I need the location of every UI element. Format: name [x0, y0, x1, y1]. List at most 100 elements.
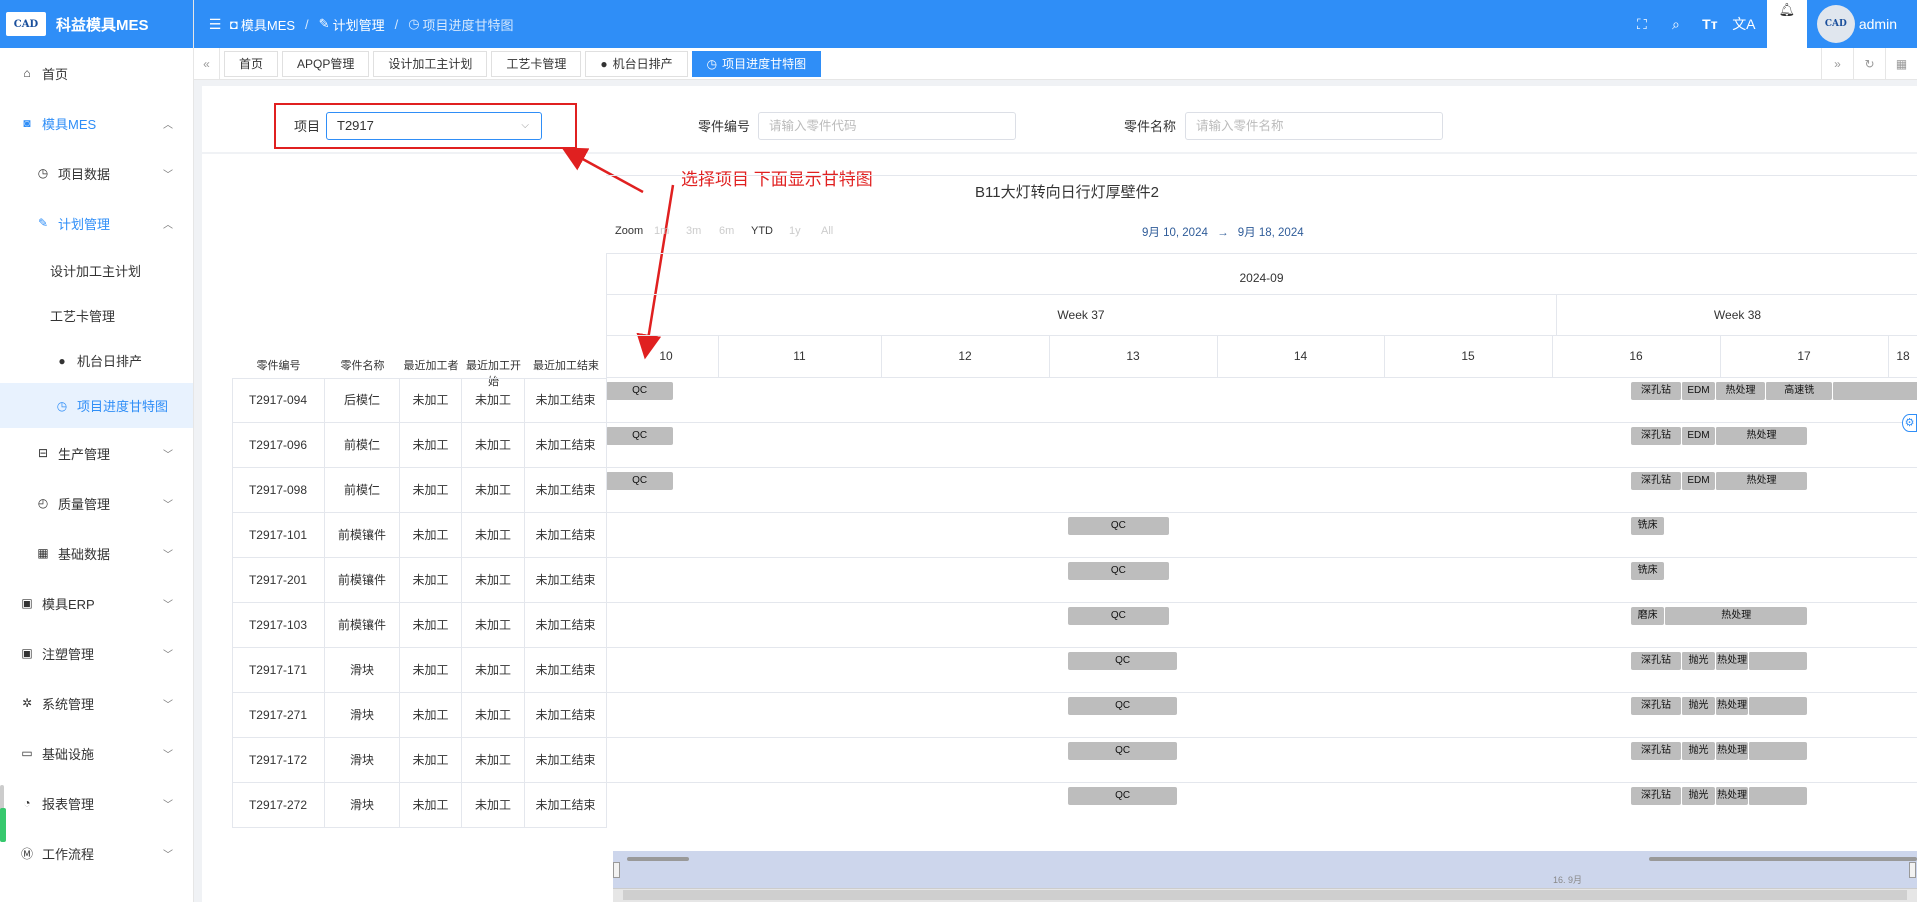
gantt-bar[interactable]	[1748, 787, 1808, 805]
tab-process-card[interactable]: 工艺卡管理	[491, 50, 582, 77]
gantt-bar[interactable]: 磨床	[1630, 607, 1665, 625]
gantt-bar[interactable]: 深孔钻	[1630, 472, 1682, 490]
breadcrumb-item-plan[interactable]: 计划管理	[333, 15, 385, 34]
tab-apqp[interactable]: APQP管理	[282, 50, 370, 77]
refresh-icon[interactable]: ↻	[1853, 48, 1885, 80]
sidebar-item-3[interactable]: ✎ 计划管理 ︿	[0, 198, 193, 248]
gantt-bar[interactable]: QC	[606, 382, 674, 400]
gantt-bar[interactable]: 热处理	[1714, 427, 1808, 445]
chevron-down-icon: ﹀	[163, 699, 173, 711]
month-label: 2024-09	[1239, 271, 1284, 285]
table-row[interactable]: T2917-101 前模镶件 未加工 未加工 未加工结束	[232, 513, 607, 558]
table-row[interactable]: T2917-172 滑块 未加工 未加工 未加工结束	[232, 738, 607, 783]
gantt-bar[interactable]: QC	[1068, 697, 1178, 715]
sidebar-item-15[interactable]: ◔ 报表管理 ﹀	[0, 778, 193, 828]
user-menu[interactable]: CAD admin	[1807, 5, 1917, 43]
sidebar-item-11[interactable]: ▣ 模具ERP ﹀	[0, 578, 193, 628]
gantt-bar[interactable]: 深孔钻	[1630, 382, 1682, 400]
gantt-bar[interactable]: 深孔钻	[1630, 787, 1682, 805]
gantt-bar[interactable]	[1748, 697, 1808, 715]
gantt-bar[interactable]: QC	[606, 472, 674, 490]
navigator-handle-right[interactable]	[1909, 862, 1916, 878]
gantt-bar[interactable]: 深孔钻	[1630, 697, 1682, 715]
table-row[interactable]: T2917-272 滑块 未加工 未加工 未加工结束	[232, 783, 607, 828]
gantt-bar[interactable]: 抛光	[1681, 787, 1715, 805]
font-size-icon[interactable]: Tт	[1693, 16, 1727, 32]
table-row[interactable]: T2917-271 滑块 未加工 未加工 未加工结束	[232, 693, 607, 738]
table-row[interactable]: T2917-103 前模镶件 未加工 未加工 未加工结束	[232, 603, 607, 648]
gantt-bar[interactable]: QC	[1068, 787, 1178, 805]
settings-icon[interactable]: ⚙	[1902, 414, 1917, 432]
gantt-bar[interactable]	[1748, 742, 1808, 760]
sidebar-item-9[interactable]: ◴ 质量管理 ﹀	[0, 478, 193, 528]
gantt-bar[interactable]: 深孔钻	[1630, 742, 1682, 760]
gantt-bar[interactable]: 热处理	[1714, 652, 1749, 670]
sidebar-item-5[interactable]: 工艺卡管理	[0, 293, 193, 338]
gantt-bar[interactable]: EDM	[1681, 472, 1715, 490]
gantt-bar[interactable]: 抛光	[1681, 652, 1715, 670]
table-row[interactable]: T2917-201 前模镶件 未加工 未加工 未加工结束	[232, 558, 607, 603]
sidebar-item-4[interactable]: 设计加工主计划	[0, 248, 193, 293]
gantt-bar[interactable]	[1832, 382, 1917, 400]
gantt-bar[interactable]: QC	[1068, 607, 1169, 625]
table-row[interactable]: T2917-171 滑块 未加工 未加工 未加工结束	[232, 648, 607, 693]
translate-icon[interactable]: 文A	[1727, 14, 1761, 34]
sidebar-item-6[interactable]: ● 机台日排产	[0, 338, 193, 383]
chevron-down-icon: ﹀	[163, 749, 173, 761]
gantt-bar[interactable]: QC	[1068, 742, 1178, 760]
part-no-input[interactable]: 请输入零件代码	[758, 112, 1016, 140]
table-row[interactable]: T2917-096 前模仁 未加工 未加工 未加工结束	[232, 423, 607, 468]
gantt-bar[interactable]	[1748, 652, 1808, 670]
tab-master-plan[interactable]: 设计加工主计划	[373, 50, 488, 77]
bell-icon[interactable]: 🔔︎	[1766, 0, 1807, 48]
tabs-scroll-right-icon[interactable]: »	[1821, 48, 1853, 80]
table-row[interactable]: T2917-094 后模仁 未加工 未加工 未加工结束	[232, 378, 607, 423]
sidebar-item-12[interactable]: ▣ 注塑管理 ﹀	[0, 628, 193, 678]
gantt-bar[interactable]: EDM	[1681, 427, 1715, 445]
breadcrumb-item-mes[interactable]: 模具MES	[241, 15, 295, 34]
gantt-bar[interactable]: 热处理	[1714, 787, 1749, 805]
tab-gantt[interactable]: ◷ 项目进度甘特图	[691, 50, 822, 77]
fullscreen-icon[interactable]: ⛶	[1625, 16, 1659, 33]
chevron-down-icon: ﹀	[163, 799, 173, 811]
gantt-bar[interactable]: 热处理	[1714, 697, 1749, 715]
table-row[interactable]: T2917-098 前模仁 未加工 未加工 未加工结束	[232, 468, 607, 513]
gantt-bar[interactable]: QC	[1068, 652, 1178, 670]
gantt-bar[interactable]: 铣床	[1630, 517, 1665, 535]
gantt-bar[interactable]: 热处理	[1714, 472, 1808, 490]
tabs-scroll-left-icon[interactable]: «	[194, 47, 220, 80]
navigator-scroll-thumb[interactable]	[623, 890, 1907, 900]
tab-home[interactable]: 首页	[224, 50, 279, 77]
sidebar-item-7[interactable]: ◷ 项目进度甘特图	[0, 383, 193, 428]
gantt-bar[interactable]: QC	[606, 427, 674, 445]
gantt-bar[interactable]: 抛光	[1681, 697, 1715, 715]
tab-machine-schedule[interactable]: ● 机台日排产	[585, 50, 688, 77]
sidebar-scroll-thumb[interactable]	[0, 808, 6, 842]
gantt-bar[interactable]: 热处理	[1664, 607, 1808, 625]
sidebar-item-14[interactable]: ▭ 基础设施 ﹀	[0, 728, 193, 778]
gantt-bar[interactable]: QC	[1068, 517, 1169, 535]
gantt-navigator[interactable]: 16. 9月	[613, 851, 1917, 902]
gantt-bar[interactable]: 热处理	[1714, 382, 1766, 400]
gantt-bar[interactable]: 热处理	[1714, 742, 1749, 760]
sidebar-item-0[interactable]: ⌂ 首页	[0, 48, 193, 98]
sidebar-item-8[interactable]: ⊟ 生产管理 ﹀	[0, 428, 193, 478]
gantt-bar[interactable]: 抛光	[1681, 742, 1715, 760]
gantt-bar[interactable]: 铣床	[1630, 562, 1665, 580]
sidebar-item-16[interactable]: Ⓜ 工作流程 ﹀	[0, 828, 193, 878]
search-icon[interactable]: ⌕	[1659, 16, 1693, 33]
gantt-bar[interactable]: QC	[1068, 562, 1169, 580]
gantt-bar[interactable]: EDM	[1681, 382, 1715, 400]
gantt-bar[interactable]: 深孔钻	[1630, 652, 1682, 670]
grid-icon[interactable]: ▦	[1885, 48, 1917, 80]
sidebar-item-13[interactable]: ✲ 系统管理 ﹀	[0, 678, 193, 728]
sidebar-item-2[interactable]: ◷ 项目数据 ﹀	[0, 148, 193, 198]
part-name-input[interactable]: 请输入零件名称	[1185, 112, 1443, 140]
sidebar-item-10[interactable]: ▦ 基础数据 ﹀	[0, 528, 193, 578]
menu-toggle-icon[interactable]: ☰	[200, 16, 230, 33]
gantt-bar[interactable]: 深孔钻	[1630, 427, 1682, 445]
gantt-bar[interactable]: 高速铣	[1765, 382, 1833, 400]
project-select[interactable]: T2917 ⌵	[326, 112, 542, 140]
sidebar-item-1[interactable]: ◙ 模具MES ︿	[0, 98, 193, 148]
navigator-handle-left[interactable]	[613, 862, 620, 878]
